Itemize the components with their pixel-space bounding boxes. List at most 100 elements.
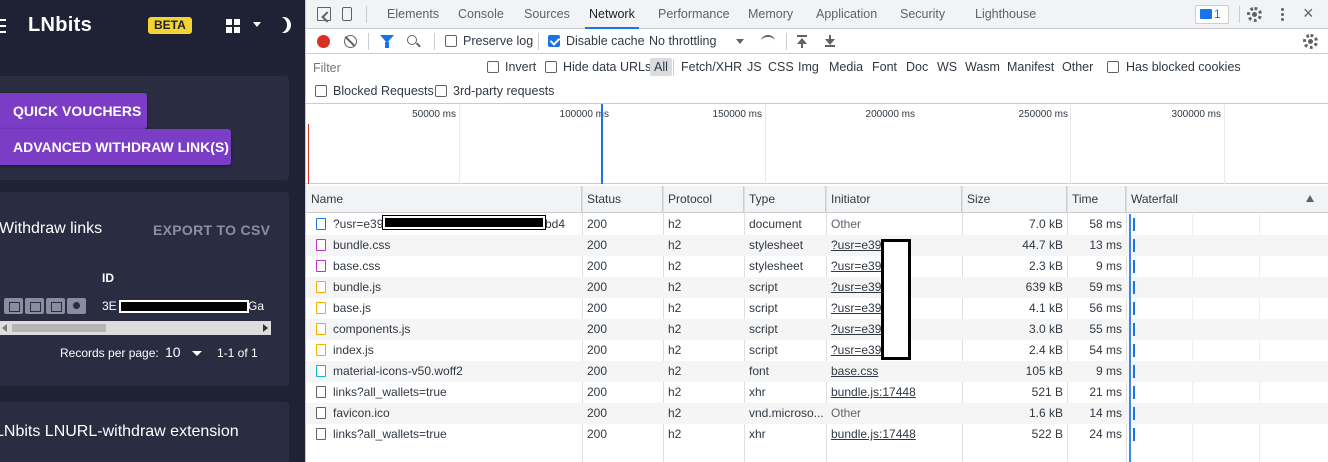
status-cell: 200 — [587, 322, 608, 336]
size-cell: 3.0 kB — [1028, 322, 1063, 336]
messages-badge[interactable]: 1 — [1195, 5, 1229, 24]
table-row[interactable]: bundle.css 200 h2 stylesheet ?usr=e39 44.7 kB… — [306, 235, 1328, 256]
filter-type-css[interactable]: CSS — [768, 60, 794, 74]
third-party-checkbox[interactable] — [435, 85, 447, 97]
divider — [434, 33, 435, 50]
table-row[interactable]: links?all_wallets=true 200 h2 xhr bundle.js:… — [306, 382, 1328, 403]
square-icon[interactable] — [25, 298, 44, 314]
network-settings-gear-icon[interactable] — [1303, 34, 1318, 49]
chevron-down-icon[interactable] — [192, 351, 202, 356]
column-status[interactable]: Status — [582, 186, 663, 213]
clear-icon[interactable] — [344, 35, 357, 48]
device-toolbar-icon[interactable] — [342, 7, 352, 21]
preserve-log-checkbox[interactable] — [445, 35, 457, 47]
network-overview-timeline[interactable]: 50000 ms 100000 ms 150000 ms 200000 ms 2… — [306, 104, 1328, 184]
initiator-cell[interactable]: base.css — [826, 361, 962, 382]
filter-type-all[interactable]: All — [650, 58, 672, 76]
chevron-down-icon[interactable] — [253, 22, 261, 27]
network-conditions-icon[interactable] — [761, 35, 775, 47]
tab-elements[interactable]: Elements — [387, 0, 439, 29]
third-party-label[interactable]: 3rd-party requests — [453, 84, 554, 98]
filter-type-wasm[interactable]: Wasm — [965, 60, 1000, 74]
tab-sources[interactable]: Sources — [524, 0, 570, 29]
export-csv-button[interactable]: EXPORT TO CSV — [153, 222, 270, 238]
tab-security[interactable]: Security — [900, 0, 945, 29]
scrollbar-thumb[interactable] — [12, 324, 106, 332]
invert-checkbox[interactable] — [487, 61, 499, 73]
initiator-cell[interactable]: bundle.js:17448 — [826, 382, 962, 403]
grid-icon[interactable] — [226, 19, 240, 33]
id-column-header[interactable]: ID — [102, 271, 114, 285]
filter-type-ws[interactable]: WS — [937, 60, 957, 74]
column-initiator[interactable]: Initiator — [826, 186, 962, 213]
table-row[interactable]: base.js 200 h2 script ?usr=e39 4.1 kB 56 ms — [306, 298, 1328, 319]
table-row[interactable]: index.js 200 h2 script ?usr=e39 2.4 kB 54 ms — [306, 340, 1328, 361]
filter-input[interactable] — [310, 59, 474, 77]
filter-icon[interactable] — [380, 35, 394, 48]
filter-type-js[interactable]: JS — [747, 60, 762, 74]
table-row[interactable]: favicon.ico 200 h2 vnd.microso... Other 1.6 k… — [306, 403, 1328, 424]
sort-ascending-icon[interactable] — [1306, 195, 1314, 202]
filter-type-doc[interactable]: Doc — [906, 60, 928, 74]
filter-type-img[interactable]: Img — [798, 60, 819, 74]
tab-application[interactable]: Application — [816, 0, 877, 29]
records-per-page-select[interactable]: 10 — [165, 344, 181, 360]
has-blocked-cookies-checkbox[interactable] — [1107, 61, 1119, 73]
close-icon[interactable]: × — [1303, 3, 1314, 23]
filter-type-other[interactable]: Other — [1062, 60, 1093, 74]
scroll-left-arrow-icon[interactable] — [2, 324, 7, 332]
inspect-element-icon[interactable] — [317, 7, 331, 21]
throttling-select[interactable]: No throttling — [649, 34, 716, 48]
tab-console[interactable]: Console — [458, 0, 504, 29]
tab-memory[interactable]: Memory — [748, 0, 793, 29]
list-icon[interactable] — [46, 298, 65, 314]
table-row[interactable]: links?all_wallets=true 200 h2 xhr bundle.js:… — [306, 424, 1328, 445]
waterfall-bar — [1133, 260, 1135, 273]
invert-label[interactable]: Invert — [505, 60, 536, 74]
filter-type-manifest[interactable]: Manifest — [1007, 60, 1054, 74]
column-type[interactable]: Type — [744, 186, 826, 213]
more-options-icon[interactable] — [1281, 8, 1285, 23]
quick-vouchers-button[interactable]: QUICK VOUCHERS — [0, 93, 147, 129]
column-name[interactable]: Name — [306, 186, 582, 213]
eye-icon[interactable] — [67, 298, 86, 314]
table-row[interactable]: material-icons-v50.woff2 200 h2 font base.cs… — [306, 361, 1328, 382]
import-har-icon[interactable] — [797, 35, 807, 48]
app-title[interactable]: LNbits — [28, 14, 92, 37]
column-time[interactable]: Time — [1067, 186, 1126, 213]
menu-icon[interactable] — [0, 19, 6, 33]
column-waterfall[interactable]: Waterfall — [1126, 186, 1328, 213]
disable-cache-label[interactable]: Disable cache — [566, 34, 645, 48]
table-row[interactable]: components.js 200 h2 script ?usr=e39 3.0 kB 55… — [306, 319, 1328, 340]
overview-tick-label: 100000 ms — [559, 109, 609, 120]
advanced-withdraw-button[interactable]: ADVANCED WITHDRAW LINK(S) — [0, 129, 231, 165]
tab-lighthouse[interactable]: Lighthouse — [975, 0, 1036, 29]
disable-cache-checkbox[interactable] — [548, 35, 560, 47]
filter-type-media[interactable]: Media — [829, 60, 863, 74]
column-size[interactable]: Size — [962, 186, 1067, 213]
settings-gear-icon[interactable] — [1247, 7, 1262, 22]
hide-data-urls-checkbox[interactable] — [545, 61, 557, 73]
column-protocol[interactable]: Protocol — [663, 186, 744, 213]
record-icon[interactable] — [317, 35, 330, 48]
filter-type-fetch-xhr[interactable]: Fetch/XHR — [681, 60, 742, 74]
scroll-right-arrow-icon[interactable] — [263, 324, 268, 332]
horizontal-scrollbar[interactable] — [0, 321, 271, 335]
has-blocked-cookies-label[interactable]: Has blocked cookies — [1126, 60, 1241, 74]
extension-title[interactable]: LNbits LNURL-withdraw extension — [0, 423, 239, 441]
hide-data-urls-label[interactable]: Hide data URLs — [563, 60, 651, 74]
initiator-cell[interactable]: bundle.js:17448 — [826, 424, 962, 445]
tab-network[interactable]: Network — [585, 0, 639, 29]
link-icon[interactable] — [4, 298, 23, 314]
preserve-log-label[interactable]: Preserve log — [463, 34, 533, 48]
table-row[interactable]: base.css 200 h2 stylesheet ?usr=e39 2.3 kB 9 m… — [306, 256, 1328, 277]
filter-type-font[interactable]: Font — [872, 60, 897, 74]
blocked-requests-label[interactable]: Blocked Requests — [333, 84, 434, 98]
chevron-down-icon[interactable] — [736, 39, 744, 44]
export-har-icon[interactable] — [825, 35, 835, 47]
tab-performance[interactable]: Performance — [658, 0, 730, 29]
blocked-requests-checkbox[interactable] — [315, 85, 327, 97]
search-icon[interactable] — [407, 35, 417, 45]
moon-icon[interactable] — [273, 17, 287, 33]
table-row[interactable]: bundle.js 200 h2 script ?usr=e39 639 kB 59 ms — [306, 277, 1328, 298]
